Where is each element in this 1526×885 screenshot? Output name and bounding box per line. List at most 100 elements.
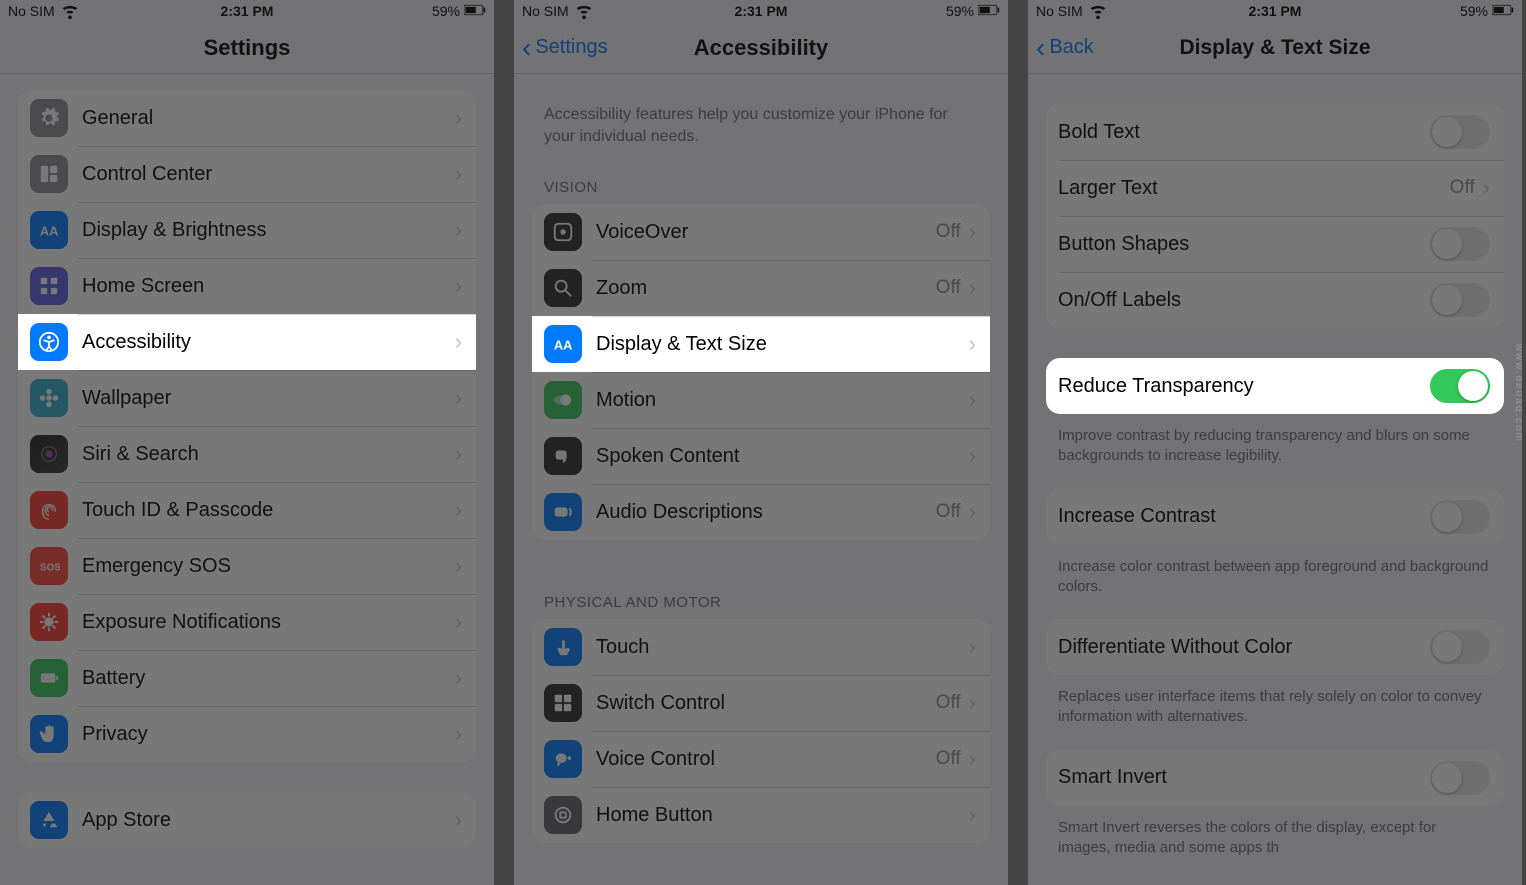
- wifi-icon: [573, 0, 595, 24]
- row-exposure-notifications[interactable]: Exposure Notifications›: [18, 594, 476, 650]
- row-home-button[interactable]: Home Button›: [532, 787, 990, 843]
- row-display-text-size[interactable]: AADisplay & Text Size›: [532, 316, 990, 372]
- chevron-right-icon: ›: [455, 329, 462, 355]
- toggle-knob: [1432, 763, 1462, 793]
- row-voiceover[interactable]: VoiceOverOff›: [532, 204, 990, 260]
- text-group5: Smart Invert: [1046, 750, 1504, 806]
- chevron-right-icon: ›: [969, 443, 976, 469]
- toggle-reduce-transparency[interactable]: [1430, 369, 1490, 403]
- row-label: App Store: [82, 809, 455, 832]
- row-label: Switch Control: [596, 692, 936, 715]
- row-motion[interactable]: Motion›: [532, 372, 990, 428]
- row-label: Control Center: [82, 163, 455, 186]
- toggle-button-shapes[interactable]: [1430, 227, 1490, 261]
- row-larger-text[interactable]: Larger TextOff›: [1046, 160, 1504, 216]
- battery-percent: 59%: [432, 3, 460, 19]
- row-control-center[interactable]: Control Center›: [18, 146, 476, 202]
- toggle-knob: [1432, 229, 1462, 259]
- row-label: Button Shapes: [1058, 233, 1430, 256]
- chevron-right-icon: ›: [455, 217, 462, 243]
- wifi-icon: [1087, 0, 1109, 24]
- row-general[interactable]: General›: [18, 90, 476, 146]
- row-label: Smart Invert: [1058, 766, 1430, 789]
- row-label: Voice Control: [596, 748, 936, 771]
- sos-icon: SOS: [30, 547, 68, 585]
- row-zoom[interactable]: ZoomOff›: [532, 260, 990, 316]
- screen-accessibility: No SIM 2:31 PM 59% ‹ Settings Accessibil…: [514, 0, 1008, 885]
- footer-reduce-transparency: Improve contrast by reducing transparenc…: [1040, 420, 1510, 489]
- row-battery[interactable]: Battery›: [18, 650, 476, 706]
- row-label: Display & Brightness: [82, 219, 455, 242]
- chevron-right-icon: ›: [455, 161, 462, 187]
- row-app-store[interactable]: App Store›: [18, 792, 476, 848]
- hand-icon: [30, 715, 68, 753]
- toggle-differentiate-without-color[interactable]: [1430, 630, 1490, 664]
- row-spoken-content[interactable]: Spoken Content›: [532, 428, 990, 484]
- row-bold-text[interactable]: Bold Text: [1046, 104, 1504, 160]
- row-emergency-sos[interactable]: SOSEmergency SOS›: [18, 538, 476, 594]
- row-switch-control[interactable]: Switch ControlOff›: [532, 675, 990, 731]
- row-smart-invert[interactable]: Smart Invert: [1046, 750, 1504, 806]
- navbar: ‹ Settings Accessibility: [514, 22, 1008, 74]
- row-voice-control[interactable]: Voice ControlOff›: [532, 731, 990, 787]
- back-button[interactable]: ‹ Back: [1036, 34, 1094, 62]
- row-accessibility[interactable]: Accessibility›: [18, 314, 476, 370]
- battery-percent: 59%: [1460, 3, 1488, 19]
- aa-icon: AA: [544, 325, 582, 363]
- chevron-right-icon: ›: [455, 385, 462, 411]
- row-siri-search[interactable]: Siri & Search›: [18, 426, 476, 482]
- siri-icon: [30, 435, 68, 473]
- battery-icon: [1492, 0, 1514, 24]
- row-increase-contrast[interactable]: Increase Contrast: [1046, 489, 1504, 545]
- status-bar: No SIM 2:31 PM 59%: [514, 0, 1008, 22]
- toggle-bold-text[interactable]: [1430, 115, 1490, 149]
- row-audio-descriptions[interactable]: Audio DescriptionsOff›: [532, 484, 990, 540]
- toggle-increase-contrast[interactable]: [1430, 500, 1490, 534]
- row-label: Reduce Transparency: [1058, 375, 1430, 398]
- toggle-on-off-labels[interactable]: [1430, 283, 1490, 317]
- text-group1: Bold TextLarger TextOff› Button Shapes On/…: [1046, 104, 1504, 328]
- row-value: Off: [936, 221, 961, 243]
- accessibility-hint: Accessibility features help you customiz…: [526, 90, 996, 155]
- row-label: Siri & Search: [82, 443, 455, 466]
- screen-settings: No SIM 2:31 PM 59% Settings General›Cont…: [0, 0, 494, 885]
- row-touch-id-passcode[interactable]: Touch ID & Passcode›: [18, 482, 476, 538]
- settings-group-1: General›Control Center›AADisplay & Brigh…: [18, 90, 476, 762]
- spoken-icon: [544, 437, 582, 475]
- row-label: Accessibility: [82, 331, 455, 354]
- row-wallpaper[interactable]: Wallpaper›: [18, 370, 476, 426]
- chevron-right-icon: ›: [455, 105, 462, 131]
- chevron-left-icon: ‹: [522, 34, 531, 62]
- battery-icon: [978, 0, 1000, 24]
- row-differentiate-without-color[interactable]: Differentiate Without Color: [1046, 619, 1504, 675]
- svg-text:SOS: SOS: [40, 563, 60, 574]
- row-button-shapes[interactable]: Button Shapes: [1046, 216, 1504, 272]
- clock-text: 2:31 PM: [1249, 3, 1302, 19]
- row-home-screen[interactable]: Home Screen›: [18, 258, 476, 314]
- footer-differentiate: Replaces user interface items that rely …: [1040, 681, 1510, 750]
- row-on-off-labels[interactable]: On/Off Labels: [1046, 272, 1504, 328]
- carrier-text: No SIM: [1036, 3, 1083, 19]
- appstore-icon: [30, 801, 68, 839]
- row-privacy[interactable]: Privacy›: [18, 706, 476, 762]
- row-display-brightness[interactable]: AADisplay & Brightness›: [18, 202, 476, 258]
- gear-icon: [30, 99, 68, 137]
- audiodesc-icon: [544, 493, 582, 531]
- touch-icon: [544, 628, 582, 666]
- row-label: Exposure Notifications: [82, 611, 455, 634]
- watermark: www.deuaq.com: [1513, 343, 1523, 442]
- chevron-right-icon: ›: [455, 273, 462, 299]
- footer-smart-invert: Smart Invert reverses the colors of the …: [1040, 812, 1510, 881]
- back-button[interactable]: ‹ Settings: [522, 34, 608, 62]
- zoom-icon: [544, 269, 582, 307]
- row-value: Off: [936, 277, 961, 299]
- toggle-smart-invert[interactable]: [1430, 761, 1490, 795]
- row-reduce-transparency[interactable]: Reduce Transparency: [1046, 358, 1504, 414]
- row-label: Differentiate Without Color: [1058, 636, 1430, 659]
- toggle-knob: [1458, 371, 1488, 401]
- wifi-icon: [59, 0, 81, 24]
- screen-display-text-size: No SIM 2:31 PM 59% ‹ Back Display & Text…: [1028, 0, 1522, 885]
- row-touch[interactable]: Touch›: [532, 619, 990, 675]
- accessibility-icon: [30, 323, 68, 361]
- back-label: Back: [1049, 36, 1093, 59]
